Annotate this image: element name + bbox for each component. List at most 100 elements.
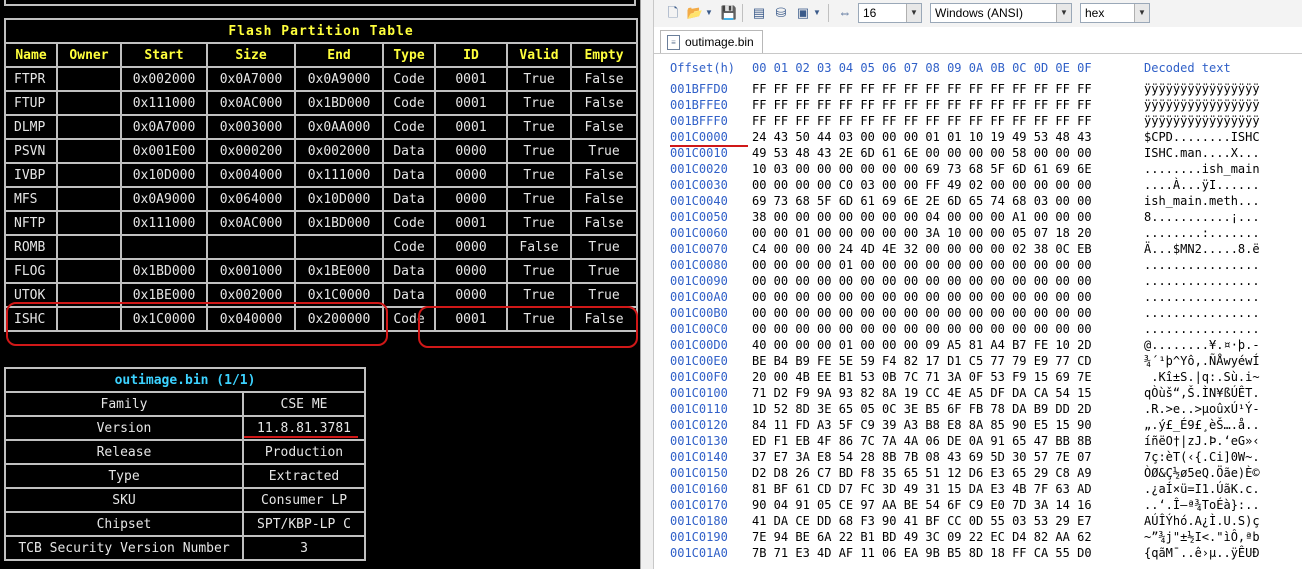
encoding-select[interactable]: Windows (ANSI) ▼ <box>930 3 1072 23</box>
partition-cell-name: NFTP <box>4 210 58 236</box>
column-header-name: Name <box>4 42 58 68</box>
tools-dropdown-icon[interactable]: ▼ <box>812 4 822 22</box>
file-properties-icon[interactable]: ▤ <box>750 4 768 22</box>
hex-bytes: 1D 52 8D 3E 65 05 0C 3E B5 6F FB 78 DA B… <box>752 402 1092 416</box>
partition-cell-size <box>206 234 296 260</box>
partition-cell-type: Code <box>382 114 436 140</box>
hex-decoded: {qãM¯..ê›µ..ÿÊUÐ <box>1144 546 1260 560</box>
partition-cell-valid: True <box>506 114 572 140</box>
partition-table-header: Name Owner Start Size End Type ID Valid Empty <box>4 42 639 68</box>
partition-cell-type: Data <box>382 138 436 164</box>
partition-cell-owner <box>56 186 122 212</box>
byte-columns-header: 00 01 02 03 04 05 06 07 08 09 0A 0B 0C 0… <box>752 61 1092 75</box>
hex-decoded: ................ <box>1144 258 1260 272</box>
partition-cell-empty: True <box>569 282 639 308</box>
new-file-icon[interactable]: 🗋 <box>664 4 682 22</box>
info-value: CSE ME <box>241 391 367 417</box>
partition-cell-type: Code <box>382 66 436 92</box>
hex-decoded: ................ <box>1144 322 1260 336</box>
hex-decoded: ÿÿÿÿÿÿÿÿÿÿÿÿÿÿÿÿ <box>1144 114 1260 128</box>
hex-offset: 001C0120 <box>670 418 728 432</box>
file-icon: ≡ <box>667 35 680 50</box>
save-icon[interactable]: 💾 <box>720 4 738 22</box>
open-dropdown-icon[interactable]: ▼ <box>704 4 714 22</box>
info-row: Release Production <box>4 439 367 465</box>
hex-offset: 001C0060 <box>670 226 728 240</box>
open-folder-icon[interactable]: 📂 <box>686 4 704 22</box>
partition-cell-name: IVBP <box>4 162 58 188</box>
partition-cell-end: 0x1BD000 <box>294 210 384 236</box>
info-label: Chipset <box>4 511 244 537</box>
hex-offset: 001C0050 <box>670 210 728 224</box>
info-label: Release <box>4 439 244 465</box>
column-header-type: Type <box>382 42 436 68</box>
hex-decoded: ÿÿÿÿÿÿÿÿÿÿÿÿÿÿÿÿ <box>1144 98 1260 112</box>
splitter[interactable] <box>640 0 654 569</box>
partition-cell-start: 0x1C0000 <box>120 306 208 332</box>
hex-decoded: 7ç:èT(‹{.Ci]0W~. <box>1144 450 1260 464</box>
hex-offset: 001C0040 <box>670 194 728 208</box>
chevron-down-icon: ▼ <box>1134 4 1149 22</box>
partition-cell-empty: False <box>569 162 639 188</box>
hex-decoded: ................ <box>1144 274 1260 288</box>
partition-cell-end: 0x1C0000 <box>294 282 384 308</box>
hex-bytes: C4 00 00 00 24 4D 4E 32 00 00 00 00 02 3… <box>752 242 1092 256</box>
hex-decoded: ................ <box>1144 290 1260 304</box>
hex-bytes: 37 E7 3A E8 54 28 8B 7B 08 43 69 5D 30 5… <box>752 450 1092 464</box>
partition-cell-valid: True <box>506 282 572 308</box>
hex-offset: 001C0030 <box>670 178 728 192</box>
partition-cell-start: 0x111000 <box>120 90 208 116</box>
hex-decoded: ........:....... <box>1144 226 1260 240</box>
toolbar-separator <box>828 4 829 22</box>
partition-row: FTUP 0x111000 0x0AC000 0x1BD000 Code 0001 True… <box>4 90 639 116</box>
partition-cell-owner <box>56 114 122 140</box>
partition-cell-owner <box>56 234 122 260</box>
partition-cell-empty: True <box>569 138 639 164</box>
partition-cell-size: 0x002000 <box>206 282 296 308</box>
partition-cell-owner <box>56 210 122 236</box>
partition-cell-id: 0000 <box>434 258 508 284</box>
disk-icon[interactable]: ⛁ <box>772 4 790 22</box>
partition-cell-type: Data <box>382 162 436 188</box>
hex-decoded: ................ <box>1144 306 1260 320</box>
column-header-owner: Owner <box>56 42 122 68</box>
partition-row: ISHC 0x1C0000 0x040000 0x200000 Code 0001 True… <box>4 306 639 332</box>
encoding-value: Windows (ANSI) <box>935 6 1024 20</box>
hex-offset: 001C00C0 <box>670 322 728 336</box>
hex-offset: 001C0180 <box>670 514 728 528</box>
console-window: Flash Partition Table Name Owner Start Size… <box>0 0 640 569</box>
hex-offset: 001C01A0 <box>670 546 728 560</box>
partition-cell-type: Data <box>382 186 436 212</box>
hex-offset: 001C0010 <box>670 146 728 160</box>
partition-cell-size: 0x003000 <box>206 114 296 140</box>
display-mode-select[interactable]: hex ▼ <box>1080 3 1150 23</box>
tab-outimage-bin[interactable]: ≡ outimage.bin <box>660 30 763 53</box>
hex-decoded: ..‘.Î—ª¾ToÉà}:.. <box>1144 498 1260 512</box>
partition-cell-valid: True <box>506 306 572 332</box>
hex-bytes: 7E 94 BE 6A 22 B1 BD 49 3C 09 22 EC D4 8… <box>752 530 1092 544</box>
bytes-per-row-select[interactable]: 16 ▼ <box>858 3 922 23</box>
partition-cell-id: 0001 <box>434 114 508 140</box>
column-header-valid: Valid <box>506 42 572 68</box>
partition-cell-empty: False <box>569 114 639 140</box>
partition-cell-valid: False <box>506 234 572 260</box>
partition-cell-id: 0001 <box>434 66 508 92</box>
partition-cell-empty: False <box>569 66 639 92</box>
partition-cell-size: 0x0A7000 <box>206 66 296 92</box>
partition-cell-type: Code <box>382 90 436 116</box>
info-value: Consumer LP <box>241 487 367 513</box>
info-value: 11.8.81.3781 <box>241 415 367 441</box>
hex-view[interactable]: Offset(h) 00 01 02 03 04 05 06 07 08 09 0… <box>654 54 1302 569</box>
info-row: SKU Consumer LP <box>4 487 367 513</box>
hex-bytes: 00 00 00 00 01 00 00 00 00 00 00 00 00 0… <box>752 258 1092 272</box>
partition-cell-type: Data <box>382 282 436 308</box>
info-row: Version 11.8.81.3781 <box>4 415 367 441</box>
partition-cell-end: 0x0AA000 <box>294 114 384 140</box>
partition-row: ROMB Code 0000 False True <box>4 234 639 260</box>
partition-cell-end: 0x10D000 <box>294 186 384 212</box>
hex-bytes: BE B4 B9 FE 5E 59 F4 82 17 D1 C5 77 79 E… <box>752 354 1092 368</box>
hex-bytes: 20 00 4B EE B1 53 0B 7C 71 3A 0F 53 F9 1… <box>752 370 1092 384</box>
hex-bytes: FF FF FF FF FF FF FF FF FF FF FF FF FF F… <box>752 114 1092 128</box>
tools-icon[interactable]: ▣ <box>794 4 812 22</box>
partition-cell-start: 0x111000 <box>120 210 208 236</box>
